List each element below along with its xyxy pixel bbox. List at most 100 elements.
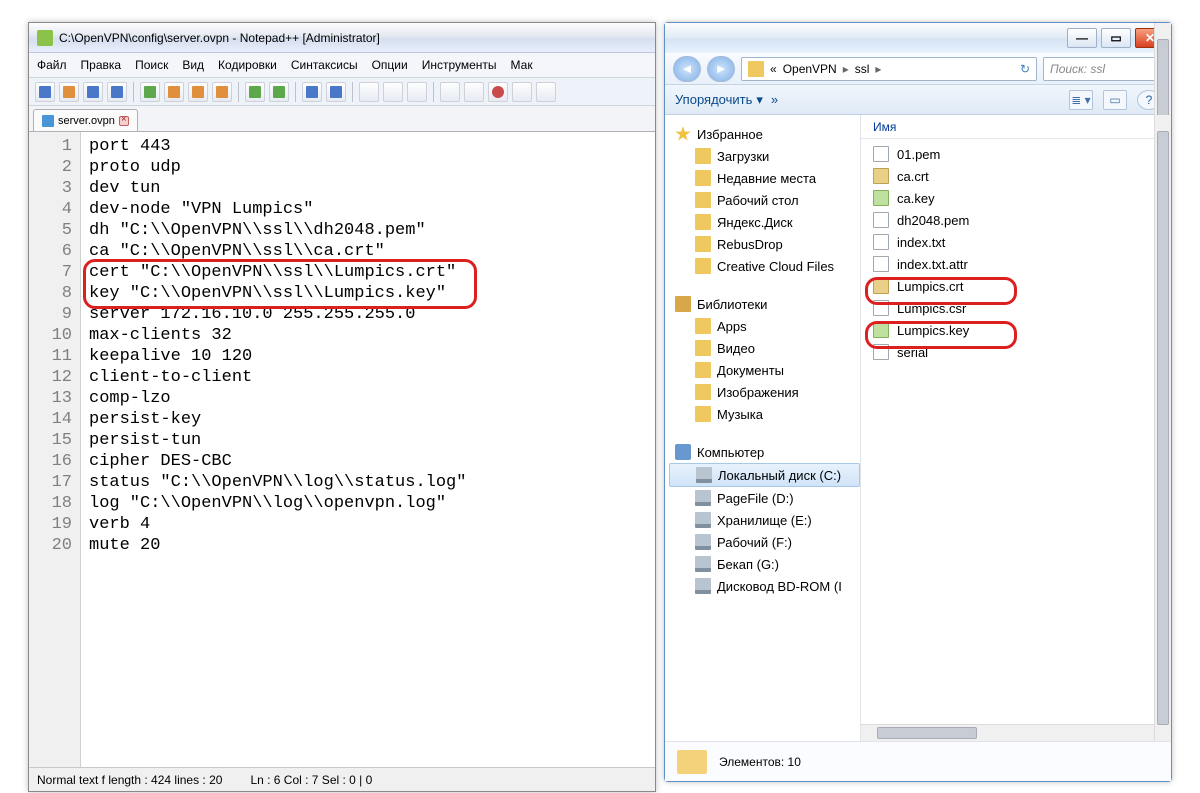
nav-item[interactable]: Рабочий (F:) — [669, 531, 860, 553]
filepane-hscrollbar[interactable] — [861, 724, 1154, 741]
nav-favorites[interactable]: Избранное — [669, 123, 860, 145]
menu-edit[interactable]: Правка — [81, 58, 122, 72]
code-line[interactable]: port 443 — [89, 136, 655, 157]
preview-pane-button[interactable]: ▭ — [1103, 90, 1127, 110]
file-list[interactable]: 01.pemca.crtca.keydh2048.pemindex.txtind… — [861, 139, 1171, 367]
tool-print-icon[interactable] — [140, 82, 160, 102]
code-line[interactable]: comp-lzo — [89, 388, 655, 409]
tool-func-icon[interactable] — [440, 82, 460, 102]
refresh-icon[interactable]: ↻ — [1020, 62, 1030, 76]
nav-item[interactable]: Рабочий стол — [669, 189, 860, 211]
nav-item[interactable]: PageFile (D:) — [669, 487, 860, 509]
nav-item[interactable]: Изображения — [669, 381, 860, 403]
code-line[interactable]: max-clients 32 — [89, 325, 655, 346]
tool-map-icon[interactable] — [464, 82, 484, 102]
address-box[interactable]: « OpenVPN ▸ ssl ▸ ↻ — [741, 57, 1037, 81]
tool-saveall-icon[interactable] — [107, 82, 127, 102]
nav-forward-button[interactable]: ► — [707, 56, 735, 82]
tool-find-icon[interactable] — [302, 82, 322, 102]
code-line[interactable]: proto udp — [89, 157, 655, 178]
code-line[interactable]: ca "C:\\OpenVPN\\ssl\\ca.crt" — [89, 241, 655, 262]
code-line[interactable]: dh "C:\\OpenVPN\\ssl\\dh2048.pem" — [89, 220, 655, 241]
tool-stop-icon[interactable] — [536, 82, 556, 102]
file-row[interactable]: Lumpics.csr — [861, 297, 1171, 319]
code-line[interactable]: verb 4 — [89, 514, 655, 535]
code-line[interactable]: mute 20 — [89, 535, 655, 556]
search-input[interactable]: Поиск: ssl — [1043, 57, 1163, 81]
tool-zoom-icon[interactable] — [359, 82, 379, 102]
tool-new-icon[interactable] — [35, 82, 55, 102]
menu-view[interactable]: Вид — [182, 58, 204, 72]
nav-item[interactable]: Недавние места — [669, 167, 860, 189]
file-row[interactable]: ca.crt — [861, 165, 1171, 187]
nav-item[interactable]: Хранилище (E:) — [669, 509, 860, 531]
tab-close-icon[interactable] — [119, 116, 129, 126]
tool-paste-icon[interactable] — [212, 82, 232, 102]
code-line[interactable]: cipher DES-CBC — [89, 451, 655, 472]
code-line[interactable]: dev-node "VPN Lumpics" — [89, 199, 655, 220]
maximize-button[interactable]: ▭ — [1101, 28, 1131, 48]
tool-cut-icon[interactable] — [164, 82, 184, 102]
menu-file[interactable]: Файл — [37, 58, 67, 72]
tool-record-icon[interactable] — [488, 82, 508, 102]
tool-save-icon[interactable] — [83, 82, 103, 102]
npp-titlebar[interactable]: C:\OpenVPN\config\server.ovpn - Notepad+… — [29, 23, 655, 53]
menu-search[interactable]: Поиск — [135, 58, 168, 72]
minimize-button[interactable]: — — [1067, 28, 1097, 48]
view-mode-button[interactable]: ≣ ▾ — [1069, 90, 1093, 110]
file-row[interactable]: Lumpics.key — [861, 319, 1171, 341]
nav-item[interactable]: Загрузки — [669, 145, 860, 167]
file-row[interactable]: ca.key — [861, 187, 1171, 209]
explorer-titlebar[interactable]: — ▭ ✕ — [665, 23, 1171, 53]
nav-pane[interactable]: Избранное ЗагрузкиНедавние местаРабочий … — [665, 115, 861, 741]
code-line[interactable]: dev tun — [89, 178, 655, 199]
code-line[interactable]: client-to-client — [89, 367, 655, 388]
filepane-vscrollbar[interactable] — [1154, 115, 1171, 741]
nav-item[interactable]: Локальный диск (C:) — [669, 463, 860, 487]
nav-libraries[interactable]: Библиотеки — [669, 293, 860, 315]
menu-syntax[interactable]: Синтаксисы — [291, 58, 358, 72]
code-line[interactable]: status "C:\\OpenVPN\\log\\status.log" — [89, 472, 655, 493]
code-line[interactable]: key "C:\\OpenVPN\\ssl\\Lumpics.key" — [89, 283, 655, 304]
nav-computer[interactable]: Компьютер — [669, 441, 860, 463]
code-line[interactable]: server 172.16.10.0 255.255.255.0 — [89, 304, 655, 325]
file-row[interactable]: index.txt.attr — [861, 253, 1171, 275]
menu-tools[interactable]: Инструменты — [422, 58, 497, 72]
file-row[interactable]: dh2048.pem — [861, 209, 1171, 231]
menu-macros[interactable]: Мак — [511, 58, 533, 72]
file-row[interactable]: index.txt — [861, 231, 1171, 253]
code-line[interactable]: persist-key — [89, 409, 655, 430]
nav-item[interactable]: Creative Cloud Files — [669, 255, 860, 277]
nav-back-button[interactable]: ◄ — [673, 56, 701, 82]
column-header-name[interactable]: Имя — [861, 115, 1171, 139]
tool-redo-icon[interactable] — [269, 82, 289, 102]
file-row[interactable]: Lumpics.crt — [861, 275, 1171, 297]
nav-item[interactable]: Видео — [669, 337, 860, 359]
npp-editor[interactable]: 1234567891011121314151617181920 port 443… — [29, 132, 655, 767]
file-row[interactable]: 01.pem — [861, 143, 1171, 165]
nav-item[interactable]: Дисковод BD-ROM (I — [669, 575, 860, 597]
menu-encoding[interactable]: Кодировки — [218, 58, 277, 72]
tool-guides-icon[interactable] — [407, 82, 427, 102]
tool-replace-icon[interactable] — [326, 82, 346, 102]
code-line[interactable]: log "C:\\OpenVPN\\log\\openvpn.log" — [89, 493, 655, 514]
nav-item[interactable]: RebusDrop — [669, 233, 860, 255]
nav-item[interactable]: Бекап (G:) — [669, 553, 860, 575]
more-menu[interactable]: » — [771, 92, 778, 107]
nav-item[interactable]: Яндекс.Диск — [669, 211, 860, 233]
tool-wrap-icon[interactable] — [383, 82, 403, 102]
nav-item[interactable]: Музыка — [669, 403, 860, 425]
tool-undo-icon[interactable] — [245, 82, 265, 102]
tool-copy-icon[interactable] — [188, 82, 208, 102]
breadcrumb-ssl[interactable]: ssl — [855, 62, 870, 76]
menu-options[interactable]: Опции — [372, 58, 408, 72]
editor-code[interactable]: port 443proto udpdev tundev-node "VPN Lu… — [81, 132, 655, 767]
code-line[interactable]: cert "C:\\OpenVPN\\ssl\\Lumpics.crt" — [89, 262, 655, 283]
breadcrumb-openvpn[interactable]: OpenVPN — [783, 62, 837, 76]
code-line[interactable]: persist-tun — [89, 430, 655, 451]
tab-server-ovpn[interactable]: server.ovpn — [33, 109, 138, 131]
tool-play-icon[interactable] — [512, 82, 532, 102]
tool-open-icon[interactable] — [59, 82, 79, 102]
organize-menu[interactable]: Упорядочить ▾ — [675, 92, 763, 108]
file-row[interactable]: serial — [861, 341, 1171, 363]
